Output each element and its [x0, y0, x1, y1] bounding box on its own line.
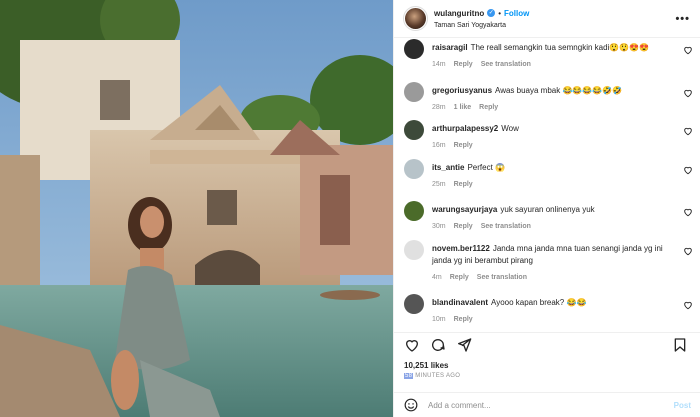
comment-item: arthurpalapessy2 Wow 16m Reply	[394, 120, 700, 149]
comment-icon[interactable]	[430, 337, 446, 353]
comment-body: yuk sayuran onlinenya yuk	[500, 205, 595, 214]
heart-icon[interactable]	[404, 337, 420, 353]
reply-button[interactable]: Reply	[454, 223, 473, 230]
commenter-username[interactable]: novem.ber1122	[432, 244, 490, 253]
add-comment-input[interactable]	[428, 400, 674, 410]
comment-text: raisaragil The reall semangkin tua semngk…	[432, 42, 672, 54]
commenter-avatar[interactable]	[404, 82, 424, 102]
commenter-avatar[interactable]	[404, 294, 424, 314]
follow-button[interactable]: Follow	[504, 9, 529, 18]
bookmark-icon[interactable]	[672, 337, 688, 353]
author-username[interactable]: wulanguritno	[434, 9, 484, 18]
comment-body: Awas buaya mbak 😂😂😂😂🤣🤣	[495, 86, 623, 95]
author-avatar[interactable]	[403, 6, 428, 31]
comment-text: arthurpalapessy2 Wow	[432, 123, 672, 135]
comment-age: 10m	[432, 316, 446, 323]
comment-body: Wow	[501, 124, 519, 133]
comment-item: gregoriusyanus Awas buaya mbak 😂😂😂😂🤣🤣 28m 1…	[394, 82, 700, 111]
post-header: wulanguritno ✓ • Follow Taman Sari Yogya…	[394, 0, 700, 38]
action-bar	[394, 332, 700, 356]
comment-meta: 28m 1 like Reply	[432, 104, 672, 111]
comment-age: 28m	[432, 104, 446, 111]
comment-meta: 4m Reply See translation	[432, 274, 672, 281]
comment-text: its_antie Perfect 😱	[432, 162, 672, 174]
comment-item: warungsayurjaya yuk sayuran onlinenya yuk…	[394, 201, 700, 230]
timestamp-unit: MINUTES AGO	[413, 373, 461, 379]
comment-meta: 14m Reply See translation	[432, 61, 672, 68]
comment-like-heart-icon[interactable]	[683, 88, 693, 98]
commenter-avatar[interactable]	[404, 159, 424, 179]
comment-like-heart-icon[interactable]	[683, 45, 693, 55]
post-comment-button[interactable]: Post	[674, 401, 691, 410]
commenter-avatar[interactable]	[404, 39, 424, 59]
comment-meta: 30m Reply See translation	[432, 223, 672, 230]
reply-button[interactable]: Reply	[454, 181, 473, 188]
comment-like-heart-icon[interactable]	[683, 207, 693, 217]
likes-count[interactable]: 10,251 likes	[404, 361, 448, 370]
comment-text: gregoriusyanus Awas buaya mbak 😂😂😂😂🤣🤣	[432, 85, 672, 97]
see-translation-button[interactable]: See translation	[477, 274, 527, 281]
comment-meta: 25m Reply	[432, 181, 672, 188]
reply-button[interactable]: Reply	[450, 274, 469, 281]
comment-age: 30m	[432, 223, 446, 230]
comment-age: 25m	[432, 181, 446, 188]
commenter-username[interactable]: blandinavalent	[432, 298, 488, 307]
see-translation-button[interactable]: See translation	[481, 61, 531, 68]
commenter-avatar[interactable]	[404, 201, 424, 221]
share-icon[interactable]	[456, 337, 472, 353]
comment-age: 4m	[432, 274, 442, 281]
post-location[interactable]: Taman Sari Yogyakarta	[434, 22, 675, 29]
comment-like-heart-icon[interactable]	[683, 126, 693, 136]
comment-like-heart-icon[interactable]	[683, 246, 693, 256]
comment-text: blandinavalent Ayooo kapan break? 😂😂	[432, 297, 672, 309]
commenter-avatar[interactable]	[404, 120, 424, 140]
comment-like-heart-icon[interactable]	[683, 165, 693, 175]
comment-body: Perfect 😱	[467, 163, 505, 172]
comment-item: novem.ber1122 Janda mna janda mna tuan se…	[394, 240, 700, 281]
reply-button[interactable]: Reply	[454, 316, 473, 323]
comment-like-heart-icon[interactable]	[683, 300, 693, 310]
add-comment-bar: Post	[394, 392, 700, 417]
comment-body: Ayooo kapan break? 😂😂	[491, 298, 587, 307]
comment-meta: 10m Reply	[432, 316, 672, 323]
post-timestamp: 58 MINUTES AGO	[404, 373, 460, 379]
comment-age: 14m	[432, 61, 446, 68]
see-translation-button[interactable]: See translation	[481, 223, 531, 230]
comment-age: 16m	[432, 142, 446, 149]
commenter-username[interactable]: gregoriusyanus	[432, 86, 492, 95]
smiley-icon[interactable]	[404, 398, 418, 412]
commenter-username[interactable]: raisaragil	[432, 43, 468, 52]
comment-item: its_antie Perfect 😱 25m Reply	[394, 159, 700, 188]
reply-button[interactable]: Reply	[454, 61, 473, 68]
comment-item: raisaragil The reall semangkin tua semngk…	[394, 39, 700, 68]
reply-button[interactable]: Reply	[454, 142, 473, 149]
commenter-username[interactable]: warungsayurjaya	[432, 205, 497, 214]
commenter-username[interactable]: arthurpalapessy2	[432, 124, 498, 133]
timestamp-value: 58	[404, 373, 414, 379]
comment-body: The reall semangkin tua semngkin kadi😲😲😍…	[470, 43, 650, 52]
comments-list[interactable]: raisaragil The reall semangkin tua semngk…	[394, 38, 700, 332]
comment-text: warungsayurjaya yuk sayuran onlinenya yuk	[432, 204, 672, 216]
post-photo-image	[0, 0, 393, 417]
post-sidebar: wulanguritno ✓ • Follow Taman Sari Yogya…	[393, 0, 700, 417]
verified-badge-icon: ✓	[487, 9, 496, 17]
comment-item: blandinavalent Ayooo kapan break? 😂😂 10m Re…	[394, 294, 700, 323]
reply-button[interactable]: Reply	[479, 104, 498, 111]
more-options-icon[interactable]: •••	[675, 13, 690, 25]
comment-meta: 16m Reply	[432, 142, 672, 149]
commenter-username[interactable]: its_antie	[432, 163, 464, 172]
comment-likes[interactable]: 1 like	[454, 104, 472, 111]
post-photo[interactable]	[0, 0, 393, 417]
comment-text: novem.ber1122 Janda mna janda mna tuan se…	[432, 243, 672, 267]
header-separator: •	[498, 8, 502, 18]
commenter-avatar[interactable]	[404, 240, 424, 260]
